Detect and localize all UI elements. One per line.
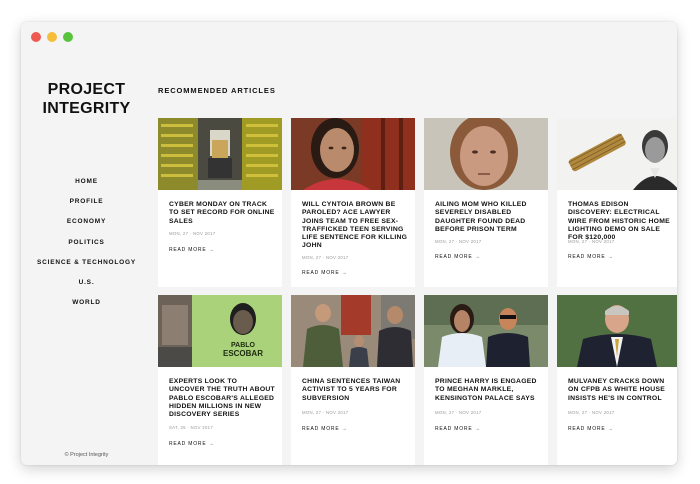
article-date: MON, 27 · NOV 2017 xyxy=(169,231,216,236)
read-more-link[interactable]: READ MORE → xyxy=(435,426,480,432)
article-headline[interactable]: PRINCE HARRY IS ENGAGED TO MEGHAN MARKLE… xyxy=(435,378,541,403)
article-card[interactable]: PRINCE HARRY IS ENGAGED TO MEGHAN MARKLE… xyxy=(424,295,548,465)
article-headline[interactable]: CYBER MONDAY ON TRACK TO SET RECORD FOR … xyxy=(169,201,275,226)
article-thumbnail-edison[interactable] xyxy=(557,118,677,190)
article-date: MON, 27 · NOV 2017 xyxy=(568,410,615,415)
nav-item-profile[interactable]: PROFILE xyxy=(21,192,152,212)
article-card[interactable]: THOMAS EDISON DISCOVERY: ELECTRICAL WIRE… xyxy=(557,118,677,287)
read-more-link[interactable]: READ MORE → xyxy=(169,441,214,447)
nav-item-home[interactable]: HOME xyxy=(21,172,152,192)
article-thumbnail-escobar[interactable]: PABLO ESCOBAR xyxy=(158,295,282,367)
article-card[interactable]: AILING MOM WHO KILLED SEVERELY DISABLED … xyxy=(424,118,548,287)
article-card[interactable]: PABLO ESCOBAR EXPERTS LOOK TO UNCOVER TH… xyxy=(158,295,282,465)
article-date: MON, 27 · NOV 2017 xyxy=(435,239,482,244)
article-headline[interactable]: THOMAS EDISON DISCOVERY: ELECTRICAL WIRE… xyxy=(568,201,674,242)
section-title: RECOMMENDED ARTICLES xyxy=(158,86,276,95)
maximize-window-button[interactable] xyxy=(63,32,73,42)
read-more-link[interactable]: READ MORE → xyxy=(568,426,613,432)
site-logo[interactable]: PROJECT INTEGRITY xyxy=(21,80,152,118)
article-date: MON, 27 · NOV 2017 xyxy=(568,239,615,244)
logo-line-1: PROJECT xyxy=(47,81,126,98)
nav-item-world[interactable]: WORLD xyxy=(21,293,152,313)
nav-item-politics[interactable]: POLITICS xyxy=(21,233,152,253)
poster-text-line1: PABLO xyxy=(231,342,256,349)
read-more-link[interactable]: READ MORE → xyxy=(435,254,480,260)
read-more-link[interactable]: READ MORE → xyxy=(302,270,347,276)
copyright-text: © Project Integrity xyxy=(64,452,109,458)
window-titlebar xyxy=(21,22,677,52)
read-more-link[interactable]: READ MORE → xyxy=(568,254,613,260)
sidebar: PROJECT INTEGRITY HOME PROFILE ECONOMY P… xyxy=(21,52,152,465)
nav-item-economy[interactable]: ECONOMY xyxy=(21,212,152,232)
article-card[interactable]: WILL CYNTOIA BROWN BE PAROLED? ACE LAWYE… xyxy=(291,118,415,287)
article-card[interactable]: CYBER MONDAY ON TRACK TO SET RECORD FOR … xyxy=(158,118,282,287)
read-more-link[interactable]: READ MORE → xyxy=(169,247,214,253)
article-headline[interactable]: EXPERTS LOOK TO UNCOVER THE TRUTH ABOUT … xyxy=(169,378,275,419)
article-headline[interactable]: AILING MOM WHO KILLED SEVERELY DISABLED … xyxy=(435,201,541,234)
article-date: MON, 27 · NOV 2017 xyxy=(302,255,349,260)
article-thumbnail-mugshot[interactable] xyxy=(424,118,548,190)
article-thumbnail-courthouse[interactable] xyxy=(291,295,415,367)
article-thumbnail-portrait[interactable] xyxy=(291,118,415,190)
article-card[interactable]: MULVANEY CRACKS DOWN ON CFPB AS WHITE HO… xyxy=(557,295,677,465)
main-navigation: HOME PROFILE ECONOMY POLITICS SCIENCE & … xyxy=(21,172,152,313)
article-date: SAT, 25 · NOV 2017 xyxy=(169,425,214,430)
article-date: MON, 27 · NOV 2017 xyxy=(302,410,349,415)
nav-item-us[interactable]: U.S. xyxy=(21,273,152,293)
logo-line-2: INTEGRITY xyxy=(42,100,131,117)
article-thumbnail-mulvaney[interactable] xyxy=(557,295,677,367)
close-window-button[interactable] xyxy=(31,32,41,42)
browser-window: PROJECT INTEGRITY HOME PROFILE ECONOMY P… xyxy=(21,22,677,465)
article-headline[interactable]: WILL CYNTOIA BROWN BE PAROLED? ACE LAWYE… xyxy=(302,201,408,251)
article-headline[interactable]: MULVANEY CRACKS DOWN ON CFPB AS WHITE HO… xyxy=(568,378,674,403)
article-headline[interactable]: CHINA SENTENCES TAIWAN ACTIVIST TO 5 YEA… xyxy=(302,378,408,403)
nav-item-science-technology[interactable]: SCIENCE & TECHNOLOGY xyxy=(21,253,152,273)
article-thumbnail-couple[interactable] xyxy=(424,295,548,367)
minimize-window-button[interactable] xyxy=(47,32,57,42)
read-more-link[interactable]: READ MORE → xyxy=(302,426,347,432)
article-thumbnail-warehouse[interactable] xyxy=(158,118,282,190)
article-date: MON, 27 · NOV 2017 xyxy=(435,410,482,415)
article-card[interactable]: CHINA SENTENCES TAIWAN ACTIVIST TO 5 YEA… xyxy=(291,295,415,465)
main-content: RECOMMENDED ARTICLES CYBER MONDAY ON TRA… xyxy=(158,52,677,465)
poster-text-line2: ESCOBAR xyxy=(223,349,263,358)
